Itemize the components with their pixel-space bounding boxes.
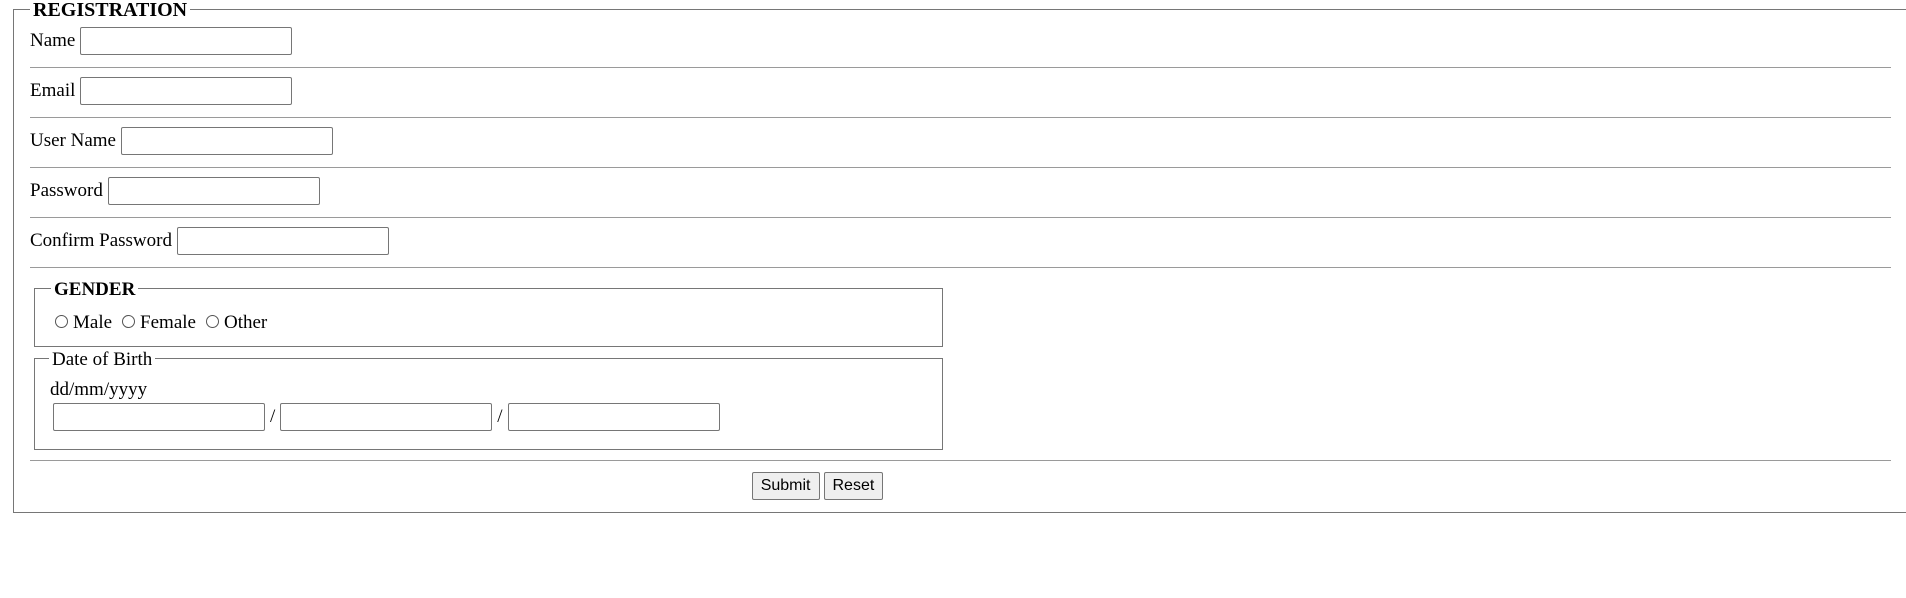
dob-separator: / — [497, 406, 503, 427]
username-input[interactable] — [121, 127, 333, 155]
registration-fieldset: REGISTRATION Name Email User Name Passwo… — [13, 0, 1906, 513]
password-row: Password — [30, 176, 320, 206]
dob-inputs: / / — [53, 403, 720, 431]
gender-male-radio[interactable] — [55, 314, 68, 328]
dob-month-input[interactable] — [280, 403, 493, 431]
confirm-password-label: Confirm Password — [30, 230, 172, 251]
dob-separator: / — [270, 406, 276, 427]
password-input[interactable] — [107, 177, 320, 205]
email-label: Email — [30, 80, 76, 101]
submit-button[interactable]: Submit — [751, 472, 820, 500]
name-input[interactable] — [80, 27, 293, 55]
name-row: Name — [30, 26, 293, 56]
gender-female-label: Female — [140, 312, 196, 333]
divider — [30, 460, 1891, 461]
gender-options: Male Female Other — [55, 312, 277, 334]
divider — [30, 217, 1891, 218]
gender-other-radio[interactable] — [205, 314, 219, 328]
dob-format-hint: dd/mm/yyyy — [50, 379, 148, 400]
username-label: User Name — [30, 130, 116, 151]
divider — [30, 117, 1891, 118]
username-row: User Name — [30, 126, 333, 156]
form-buttons: Submit Reset — [0, 472, 1764, 500]
dob-day-input[interactable] — [53, 403, 265, 431]
dob-fieldset: Date of Birth dd/mm/yyyy / / — [34, 350, 943, 450]
gender-other-label: Other — [223, 312, 268, 333]
confirm-password-input[interactable] — [176, 227, 389, 255]
divider — [30, 267, 1891, 268]
reset-button[interactable]: Reset — [823, 472, 884, 500]
name-label: Name — [30, 30, 76, 51]
divider — [30, 67, 1891, 68]
gender-legend: GENDER — [51, 280, 139, 299]
confirm-password-row: Confirm Password — [30, 226, 389, 256]
gender-female-radio[interactable] — [122, 314, 136, 328]
dob-legend: Date of Birth — [49, 350, 156, 369]
gender-fieldset: GENDER Male Female Other — [34, 280, 943, 347]
gender-male-label: Male — [73, 312, 113, 333]
email-input[interactable] — [80, 77, 293, 105]
email-row: Email — [30, 76, 293, 106]
dob-year-input[interactable] — [507, 403, 720, 431]
registration-legend: REGISTRATION — [30, 0, 191, 20]
password-label: Password — [30, 180, 103, 201]
divider — [30, 167, 1891, 168]
